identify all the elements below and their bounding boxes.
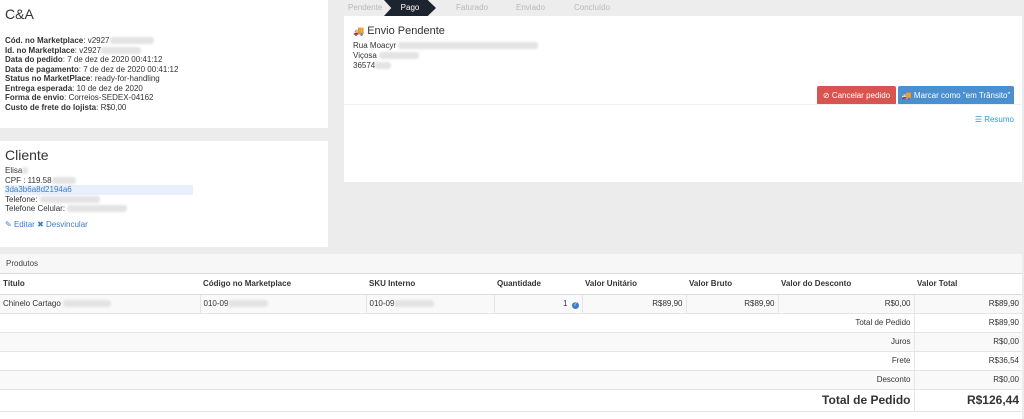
store-title: C&A [5,6,34,22]
grand-total-row: Total de Pedido R$126,44 [0,389,1022,412]
field-payment-date: Data de pagamento: 7 de dez de 2020 00:4… [5,64,179,74]
col-discount: Valor do Desconto [778,274,914,295]
client-id-link[interactable]: 3da3b6a8d2194a6 [5,185,323,195]
summary-value: R$89,90 [913,313,1022,333]
truck-icon: 🚚 [353,26,365,36]
mark-in-transit-button[interactable]: 🚚 Marcar como "em Trânsito" [898,86,1014,105]
field-expected-delivery: Entrega esperada: 10 de dez de 2020 [5,83,143,93]
client-name: Elisa [5,166,323,176]
field-shipping-cost: Custo de frete do lojista: R$0,00 [5,102,127,112]
product-code: 010-09 [203,299,229,308]
address-line-1: Rua Moacyr [353,41,1013,51]
unlink-link[interactable]: ✖ Desvincular [37,220,88,229]
summary-row-discount: Desconto R$0,00 [0,370,1022,390]
col-unit-price: Valor Unitário [582,274,686,295]
summary-row-order-total: Total de Pedido R$89,90 [0,313,1022,333]
step-paid: Pago [384,0,436,16]
summary-row-interest: Juros R$0,00 [0,332,1022,352]
order-status-steps: Pendente Pago Faturado Enviado Concluído [344,0,1022,16]
client-cell: Telefone Celular: [5,204,323,214]
list-icon: ☰ [974,115,982,124]
ban-icon: ⊘ [822,91,830,100]
col-quantity: Quantidade [494,274,582,295]
step-invoiced: Faturado [456,3,489,12]
address-line-2: Viçosa [353,51,1013,61]
step-completed: Concluído [574,3,611,12]
product-unit-price: R$89,90 [581,294,686,314]
grand-total-label: Total de Pedido [0,389,914,412]
col-title: Título [0,274,200,295]
truck-icon: 🚚 [901,91,912,100]
address-line-3: 36574 [353,61,1013,71]
product-sku: 010-09 [369,299,395,308]
field-marketplace-code: Cód. no Marketplace: v2927 [5,36,323,46]
field-shipping-method: Forma de envio: Correios-SEDEX-04162 [5,93,154,102]
product-title: Chinelo Cartago [3,299,61,308]
summary-value: R$36,54 [913,351,1022,371]
grand-total-value: R$126,44 [913,389,1022,412]
field-marketplace-id: Id. no Marketplace: v2927 [5,46,323,56]
step-pending: Pendente [348,3,383,12]
col-gross-value: Valor Bruto [686,274,778,295]
summary-row-freight: Frete R$36,54 [0,351,1022,371]
client-phone: Telefone: [5,195,323,205]
summary-label: Juros [0,332,914,352]
product-gross-value: R$89,90 [685,294,778,314]
field-marketplace-status: Status no MarketPlace: ready-for-handlin… [5,74,160,83]
product-row: Chinelo Cartago 010-09 010-09 1? R$89,90… [0,294,1022,314]
col-total: Valor Total [914,274,1022,295]
summary-value: R$0,00 [913,332,1022,352]
summary-label: Frete [0,351,914,371]
client-panel: Cliente Elisa CPF : 119.58 3da3b6a8d2194… [0,141,328,247]
close-icon: ✖ [37,219,44,229]
shipping-title: 🚚 Envio Pendente [353,25,445,37]
edit-link[interactable]: ✎ Editar [5,220,35,229]
col-marketplace-code: Código no Marketplace [200,274,366,295]
shipping-panel: 🚚 Envio Pendente Rua Moacyr Viçosa 36574 … [344,16,1022,182]
step-shipped: Enviado [516,3,545,12]
cancel-order-button[interactable]: ⊘ Cancelar pedido [817,86,896,105]
client-actions: ✎ Editar ✖ Desvincular [5,220,323,229]
client-title: Cliente [5,147,49,163]
products-table: Título Código no Marketplace SKU Interno… [0,274,1022,412]
client-cpf: CPF : 119.58 [5,176,323,186]
pencil-icon: ✎ [5,219,12,229]
products-panel: Produtos Título Código no Marketplace SK… [0,254,1022,419]
help-icon[interactable]: ? [571,301,579,309]
summary-label: Desconto [0,370,914,390]
summary-link[interactable]: ☰ Resumo [975,115,1014,124]
field-order-date: Data do pedido: 7 de dez de 2020 00:41:1… [5,55,163,64]
summary-value: R$0,00 [913,370,1022,390]
col-sku: SKU Interno [366,274,494,295]
order-info-panel: C&A Cód. no Marketplace: v2927 Id. no Ma… [0,0,328,128]
product-total: R$89,90 [913,294,1022,314]
product-discount: R$0,00 [777,294,914,314]
product-quantity: 1 [563,298,568,308]
summary-label: Total de Pedido [0,313,914,333]
products-section-title: Produtos [0,254,1022,274]
